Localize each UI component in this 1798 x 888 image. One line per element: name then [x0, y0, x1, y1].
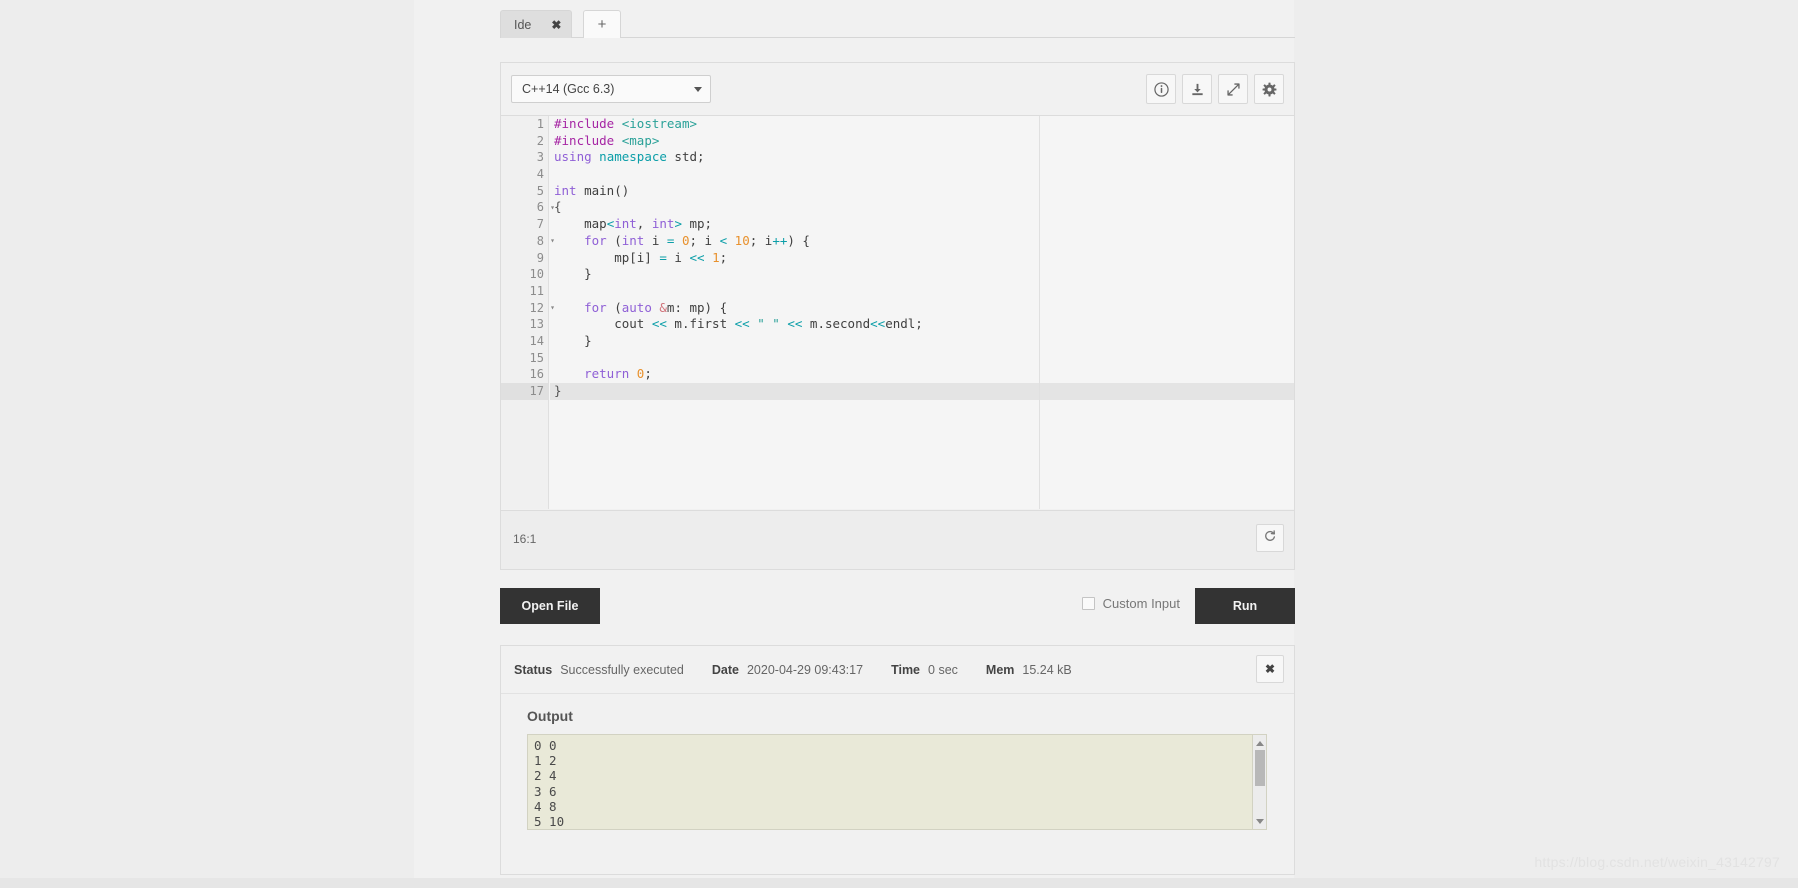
output-text: 0 0 1 2 2 4 3 6 4 8 5 10 6 12: [534, 738, 565, 830]
run-button[interactable]: Run: [1195, 588, 1295, 624]
custom-input-checkbox[interactable]: [1081, 597, 1095, 610]
page-root: Ide ✖ + C++14 (Gcc 6.3) 1 2 3 4 5 6 ▾ 7 …: [0, 0, 1798, 888]
line-number: 13: [529, 317, 544, 332]
output-scrollbar[interactable]: [1252, 735, 1266, 829]
stat-key: Status: [514, 662, 553, 677]
refresh-icon: [1263, 529, 1277, 548]
watermark: https://blog.csdn.net/weixin_43142797: [1534, 854, 1780, 870]
code-line: }: [550, 383, 1294, 400]
action-bar: Open File Custom Input Run: [500, 588, 1295, 624]
close-result-button[interactable]: ✖: [1256, 655, 1284, 683]
open-file-button[interactable]: Open File: [500, 588, 600, 624]
output-console[interactable]: 0 0 1 2 2 4 3 6 4 8 5 10 6 12: [527, 734, 1267, 830]
custom-input-toggle[interactable]: Custom Input: [1081, 596, 1180, 611]
stat-value: 0 sec: [928, 662, 958, 677]
stat-date: Date 2020-04-29 09:43:17: [712, 663, 863, 677]
line-number: 11: [529, 283, 544, 298]
fullscreen-button[interactable]: [1218, 74, 1248, 104]
line-number: 8 ▾: [536, 233, 555, 248]
code-line: #include <iostream>: [554, 116, 698, 131]
line-number: 10: [529, 267, 544, 282]
line-number: 2: [536, 133, 544, 148]
line-number: 12 ▾: [529, 300, 555, 315]
editor-tool-buttons: [1146, 74, 1284, 104]
print-margin-ruler: [1039, 116, 1040, 509]
line-number-gutter: 1 2 3 4 5 6 ▾ 7 8 ▾ 9 10 11 12 ▾ 13 14 15 16 17: [501, 116, 555, 509]
line-number: 17: [501, 383, 548, 400]
info-icon: [1153, 81, 1169, 97]
line-number: 1: [536, 117, 544, 131]
line-number: 4: [536, 167, 544, 182]
stat-mem: Mem 15.24 kB: [986, 663, 1072, 677]
code-line: for (int i = 0; i < 10; i++) {: [584, 232, 810, 248]
new-tab-button[interactable]: +: [583, 10, 621, 38]
stat-time: Time 0 sec: [891, 663, 958, 677]
tab-ide[interactable]: Ide ✖: [500, 10, 573, 38]
result-panel: Status Successfully executed Date 2020-04-2…: [500, 645, 1295, 875]
page-left-margin: [0, 0, 414, 888]
code-line: map<int, int> mp;: [554, 216, 713, 232]
code-content[interactable]: #include <iostream> #include <map> using n…: [550, 116, 1294, 509]
page-right-margin: [1294, 0, 1798, 888]
stat-value: Successfully executed: [560, 662, 684, 677]
scroll-up-icon[interactable]: [1255, 738, 1265, 748]
bottom-edge: [0, 878, 1798, 888]
stat-value: 15.24 kB: [1022, 662, 1072, 677]
stat-value: 2020-04-29 09:43:17: [746, 662, 864, 677]
stat-key: Time: [891, 662, 921, 677]
download-button[interactable]: [1182, 74, 1212, 104]
tab-ide-label: Ide: [514, 17, 532, 32]
execution-status-bar: Status Successfully executed Date 2020-04-2…: [501, 646, 1294, 694]
code-line: int main(): [554, 182, 630, 198]
code-line: {: [554, 199, 562, 215]
code-line: }: [554, 266, 592, 282]
refresh-button[interactable]: [1256, 524, 1284, 552]
line-number: 9: [536, 250, 544, 265]
line-number: 14: [529, 333, 544, 348]
ide-panel: C++14 (Gcc 6.3) 1 2 3 4 5 6 ▾ 7 8 ▾ 9 10…: [500, 62, 1295, 570]
code-line: mp[i] = i << 1;: [554, 249, 728, 265]
cursor-position: 16:1: [513, 532, 537, 546]
line-number: 7: [536, 217, 544, 232]
scroll-down-icon[interactable]: [1255, 816, 1265, 826]
expand-icon: [1226, 82, 1241, 97]
close-icon[interactable]: ✖: [551, 19, 561, 31]
line-number: 3: [536, 150, 544, 165]
ide-toolbar: C++14 (Gcc 6.3): [501, 63, 1294, 115]
line-number: 15: [529, 350, 544, 365]
chevron-down-icon: [694, 86, 702, 92]
code-line: return 0;: [584, 366, 652, 382]
custom-input-label: Custom Input: [1102, 596, 1180, 611]
scrollbar-thumb[interactable]: [1255, 750, 1265, 786]
code-line: }: [554, 332, 592, 348]
line-number: 6 ▾: [536, 200, 555, 215]
line-number: 5: [536, 183, 544, 198]
code-line: #include <map>: [554, 132, 660, 148]
code-line: cout << m.first << " " << m.second<<endl…: [554, 316, 923, 332]
download-icon: [1190, 82, 1205, 97]
stat-key: Date: [711, 662, 739, 677]
tab-bar: Ide ✖ +: [500, 10, 1295, 38]
settings-button[interactable]: [1254, 74, 1284, 104]
language-select[interactable]: C++14 (Gcc 6.3): [511, 75, 711, 103]
info-button[interactable]: [1146, 74, 1176, 104]
language-select-label: C++14 (Gcc 6.3): [522, 82, 615, 96]
output-title: Output: [527, 708, 573, 724]
stat-key: Mem: [985, 662, 1015, 677]
code-line: using namespace std;: [554, 149, 705, 165]
code-editor[interactable]: 1 2 3 4 5 6 ▾ 7 8 ▾ 9 10 11 12 ▾ 13 14 15 16 17 #include <i…: [501, 115, 1294, 509]
code-line: for (auto &m: mp) {: [584, 299, 728, 315]
stat-status: Status Successfully executed: [514, 663, 684, 677]
editor-status-bar: 16:1: [501, 510, 1294, 569]
gear-icon: [1262, 82, 1277, 97]
line-number: 16: [529, 367, 544, 382]
